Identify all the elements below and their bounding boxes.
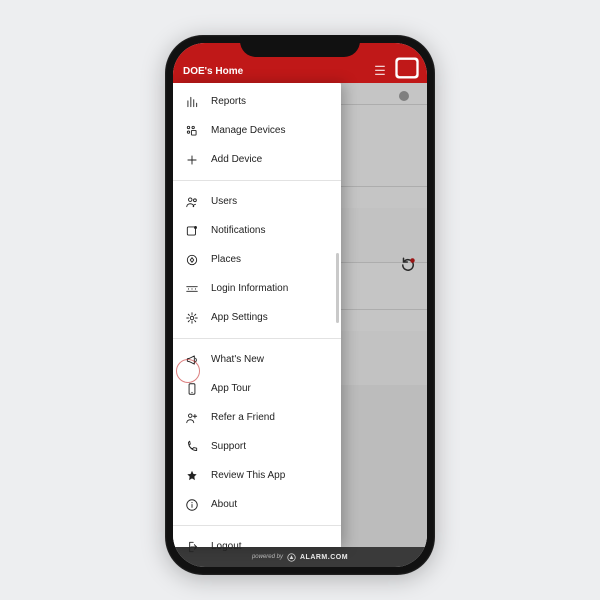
devices-icon <box>183 124 201 138</box>
sidebar-item-support[interactable]: Support <box>173 432 341 461</box>
users-icon <box>183 195 201 209</box>
sidebar-item-label: App Settings <box>211 312 268 323</box>
sidebar-item-refer-a-friend[interactable]: Refer a Friend <box>173 403 341 432</box>
phone-frame: DOE's Home ☰ HIGHLIGHTS SCENES <box>165 35 435 575</box>
sidebar-item-label: Logout <box>211 541 242 552</box>
sidebar-item-app-tour[interactable]: App Tour <box>173 374 341 403</box>
sidebar-item-label: What's New <box>211 354 264 365</box>
scroll-indicator[interactable] <box>336 253 339 323</box>
refer-friend-icon <box>183 411 201 425</box>
sidebar-item-notifications[interactable]: Notifications <box>173 216 341 245</box>
gear-icon <box>183 311 201 325</box>
sidebar-item-label: Reports <box>211 96 246 107</box>
sidebar-item-label: About <box>211 499 237 510</box>
sidebar-item-label: App Tour <box>211 383 251 394</box>
page-title: DOE's Home <box>173 66 369 83</box>
login-info-icon <box>183 282 201 296</box>
divider <box>173 180 341 181</box>
notifications-icon <box>183 224 201 238</box>
plus-icon <box>183 153 201 167</box>
info-icon <box>183 498 201 512</box>
brand-logo-icon <box>393 57 421 79</box>
tour-icon <box>183 382 201 396</box>
places-icon <box>183 253 201 267</box>
sidebar-item-label: Review This App <box>211 470 285 481</box>
sidebar-item-label: Login Information <box>211 283 288 294</box>
sidebar-item-places[interactable]: Places <box>173 245 341 274</box>
sidebar-item-whats-new[interactable]: What's New <box>173 345 341 374</box>
logout-icon <box>183 540 201 554</box>
sidebar-item-label: Users <box>211 196 237 207</box>
sidebar-item-manage-devices[interactable]: Manage Devices <box>173 116 341 145</box>
sidebar-item-review-this-app[interactable]: Review This App <box>173 461 341 490</box>
sidebar-item-add-device[interactable]: Add Device <box>173 145 341 174</box>
sidebar-item-about[interactable]: About <box>173 490 341 519</box>
navigation-drawer: Reports Manage Devices Add Device <box>173 83 341 547</box>
sidebar-item-label: Add Device <box>211 154 262 165</box>
sidebar-item-app-settings[interactable]: App Settings <box>173 303 341 332</box>
divider <box>173 525 341 526</box>
sidebar-item-label: Manage Devices <box>211 125 285 136</box>
sidebar-item-reports[interactable]: Reports <box>173 87 341 116</box>
sidebar-item-label: Places <box>211 254 241 265</box>
sidebar-item-login-information[interactable]: Login Information <box>173 274 341 303</box>
star-icon <box>183 469 201 483</box>
sidebar-item-logout[interactable]: Logout <box>173 532 341 561</box>
drawer-backdrop[interactable] <box>341 83 427 547</box>
phone-icon <box>183 440 201 454</box>
sidebar-item-label: Support <box>211 441 246 452</box>
megaphone-icon <box>183 353 201 367</box>
phone-screen: DOE's Home ☰ HIGHLIGHTS SCENES <box>173 43 427 567</box>
sidebar-item-label: Refer a Friend <box>211 412 275 423</box>
divider <box>173 338 341 339</box>
hamburger-icon[interactable]: ☰ <box>369 63 391 83</box>
bar-chart-icon <box>183 95 201 109</box>
sidebar-item-label: Notifications <box>211 225 265 236</box>
sidebar-item-users[interactable]: Users <box>173 187 341 216</box>
phone-notch <box>240 35 360 57</box>
